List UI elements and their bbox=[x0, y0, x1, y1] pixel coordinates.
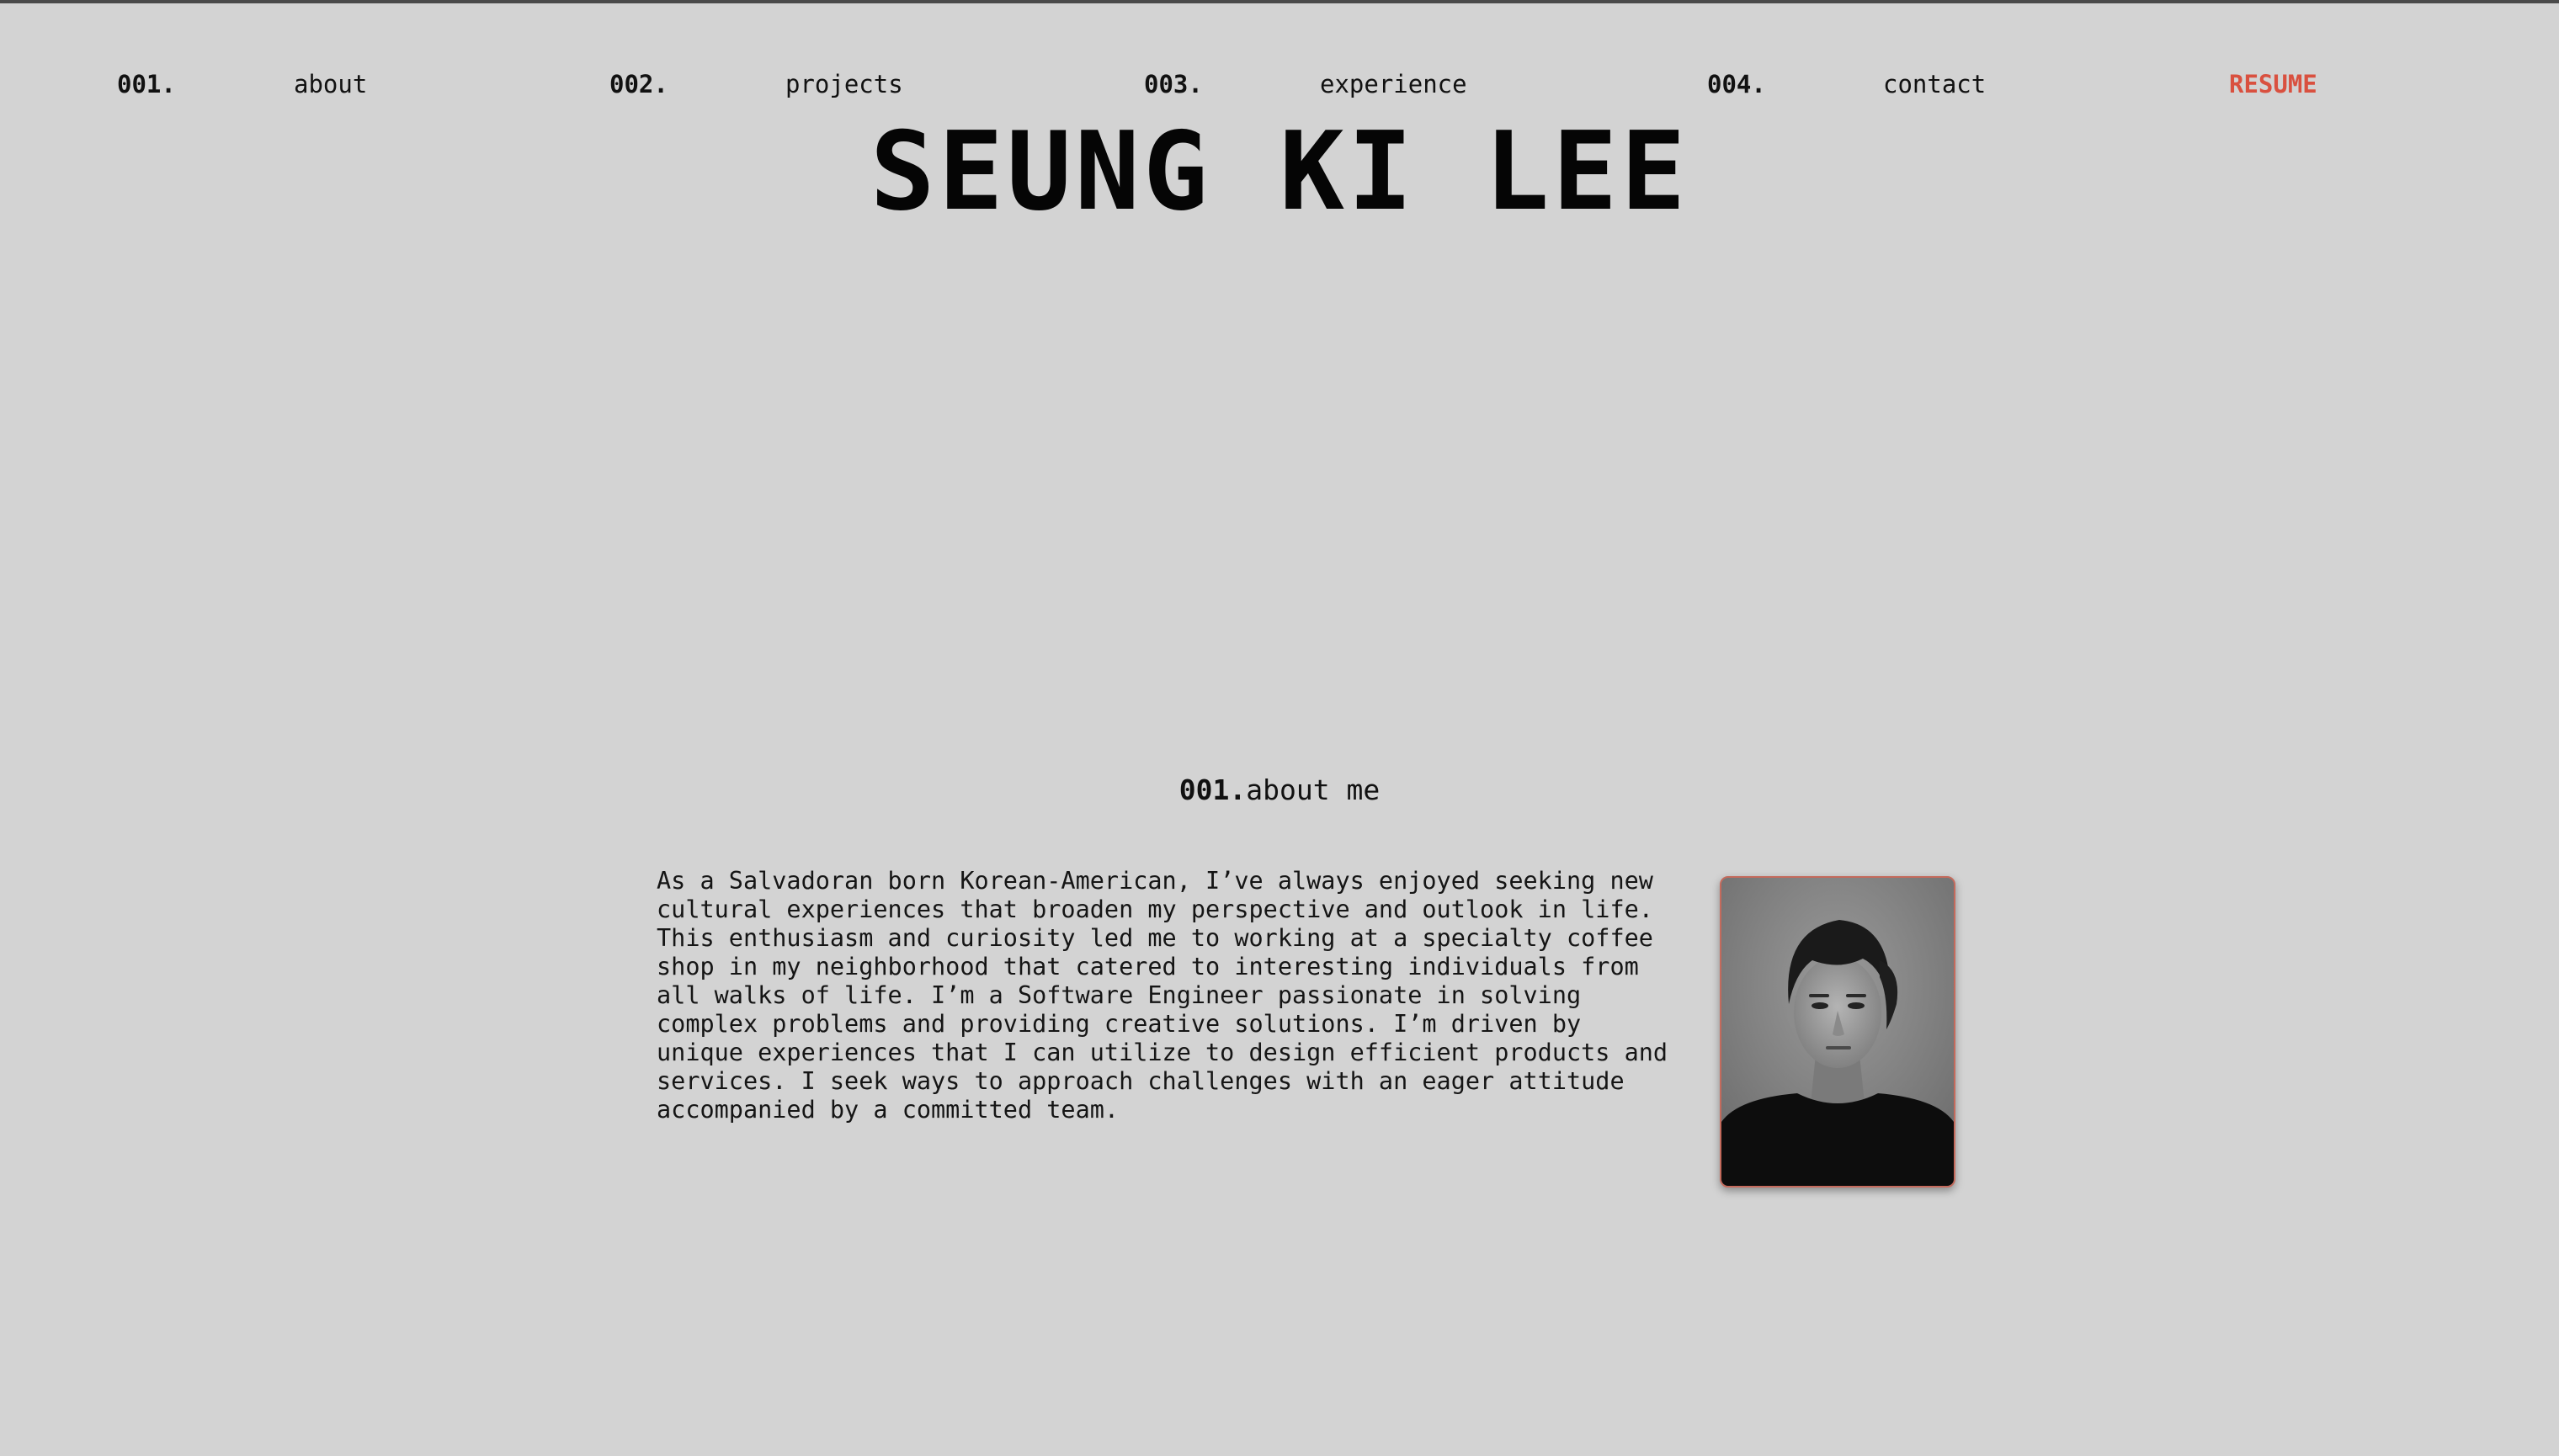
nav-label: contact bbox=[1883, 70, 1987, 98]
nav-number: 001. bbox=[117, 70, 176, 98]
nav-number: 004. bbox=[1707, 70, 1766, 98]
nav-number: 003. bbox=[1144, 70, 1203, 98]
nav-label: experience bbox=[1320, 70, 1467, 98]
nav-number: 002. bbox=[609, 70, 668, 98]
nav-label: about bbox=[294, 70, 368, 98]
section-label: about me bbox=[1246, 773, 1381, 806]
about-section-heading: 001.about me bbox=[0, 773, 2559, 808]
portrait-image bbox=[1721, 878, 1954, 1186]
nav-label: projects bbox=[785, 70, 903, 98]
profile-photo bbox=[1720, 876, 1955, 1188]
about-body-text: As a Salvadoran born Korean-American, I’… bbox=[657, 867, 1668, 1124]
section-number: 001. bbox=[1178, 773, 1247, 806]
top-border bbox=[0, 0, 2559, 3]
hero-name: SEUNG KI LEE bbox=[870, 109, 1689, 235]
resume-link[interactable]: RESUME bbox=[2229, 69, 2317, 99]
